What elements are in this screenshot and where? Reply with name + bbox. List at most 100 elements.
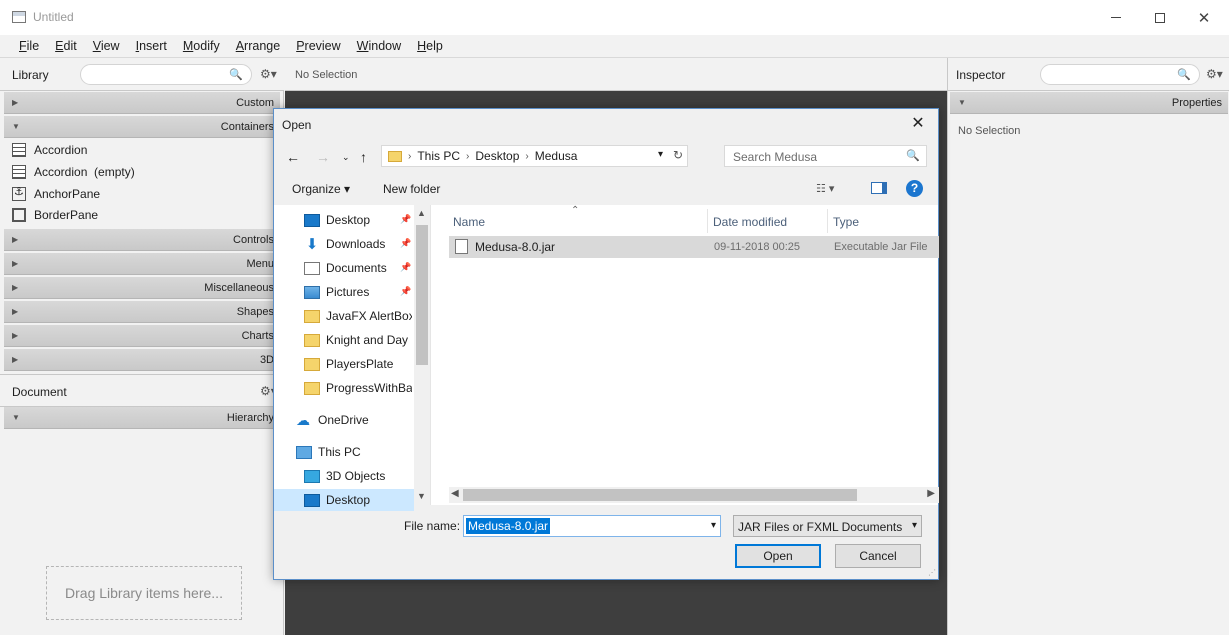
nav-item-desktop[interactable]: Desktop <box>304 209 412 231</box>
library-section-charts[interactable]: ▶ Charts <box>4 325 280 347</box>
open-dialog: Open ✕ ← → ⌄ ↑ › This PC › Desktop › Med… <box>273 108 939 580</box>
open-button[interactable]: Open <box>735 544 821 568</box>
menu-preview[interactable]: Preview <box>288 35 348 57</box>
app-icon <box>12 11 26 23</box>
library-section-miscellaneous[interactable]: ▶ Miscellaneous <box>4 277 280 299</box>
window-titlebar: Untitled ✕ <box>0 0 1229 35</box>
help-icon[interactable]: ? <box>906 180 923 197</box>
library-item-anchorpane[interactable]: AnchorPane <box>12 183 100 205</box>
library-gear-icon[interactable]: ⚙▾ <box>260 67 277 81</box>
expand-icon: ▶ <box>12 355 19 364</box>
new-folder-button[interactable]: New folder <box>383 182 440 196</box>
folder-icon <box>388 150 402 162</box>
borderpane-icon <box>12 208 26 222</box>
up-arrow-icon[interactable]: ↑ <box>360 149 367 165</box>
library-section-menu[interactable]: ▶ Menu <box>4 253 280 275</box>
nav-item-desktop[interactable]: Desktop <box>274 489 414 511</box>
menu-arrange[interactable]: Arrange <box>228 35 288 57</box>
nav-item-playersplate[interactable]: PlayersPlate <box>304 353 412 375</box>
scroll-left-icon[interactable]: ◀ <box>451 488 459 499</box>
content-header: No Selection <box>285 58 947 91</box>
library-section-custom[interactable]: ▶ Custom <box>4 92 280 114</box>
content-no-selection: No Selection <box>295 69 358 81</box>
menu-edit[interactable]: Edit <box>47 35 85 57</box>
library-item-borderpane[interactable]: BorderPane <box>12 204 98 226</box>
file-name: Medusa-8.0.jar <box>475 240 556 254</box>
cancel-button[interactable]: Cancel <box>835 544 921 568</box>
dialog-navbar: ← → ⌄ ↑ › This PC › Desktop › Medusa ▾ ↻… <box>274 143 938 171</box>
file-list: ⌃ Name Date modified Type Medusa-8.0.jar… <box>430 205 939 505</box>
documents-icon <box>304 261 320 275</box>
accordion-icon <box>12 143 26 157</box>
scroll-down-icon[interactable]: ▼ <box>417 491 426 501</box>
preview-pane-icon[interactable] <box>871 182 887 194</box>
inspector-gear-icon[interactable]: ⚙▾ <box>1206 67 1223 81</box>
refresh-icon[interactable]: ↻ <box>673 148 683 162</box>
library-section-shapes[interactable]: ▶ Shapes <box>4 301 280 323</box>
scrollbar-thumb[interactable] <box>463 489 857 501</box>
file-row[interactable]: Medusa-8.0.jar 09-11-2018 00:25 Executab… <box>449 236 939 258</box>
breadcrumb-desktop[interactable]: Desktop <box>475 149 519 163</box>
document-section-hierarchy[interactable]: ▼ Hierarchy <box>4 407 280 429</box>
forward-arrow-icon[interactable]: → <box>316 149 330 165</box>
recent-chevron-icon[interactable]: ⌄ <box>342 152 350 163</box>
column-date-modified[interactable]: Date modified <box>713 215 787 229</box>
breadcrumb-medusa[interactable]: Medusa <box>535 149 578 163</box>
inspector-search-input[interactable]: 🔍 <box>1040 64 1200 85</box>
3d-objects-icon <box>304 469 320 483</box>
library-section-containers[interactable]: ▼ Containers <box>4 116 280 138</box>
expand-icon: ▶ <box>12 307 19 316</box>
minimize-button[interactable] <box>1093 0 1139 35</box>
document-title: Document <box>12 385 67 399</box>
column-name[interactable]: Name <box>453 215 485 229</box>
menu-file[interactable]: File <box>11 35 47 57</box>
navigation-scrollbar[interactable]: ▲ ▼ <box>414 205 430 505</box>
library-item-accordion[interactable]: Accordion <box>12 139 87 161</box>
expand-icon: ▶ <box>12 259 19 268</box>
organize-button[interactable]: Organize ▾ <box>292 182 350 196</box>
nav-item-pictures[interactable]: Pictures <box>304 281 412 303</box>
column-type[interactable]: Type <box>833 215 859 229</box>
nav-item-javafx-alertbox[interactable]: JavaFX AlertBox <box>304 305 412 327</box>
library-item-accordion-empty[interactable]: Accordion (empty) <box>12 161 135 183</box>
file-type-select[interactable]: JAR Files or FXML Documents ( ▾ <box>733 515 922 537</box>
nav-item-documents[interactable]: Documents <box>304 257 412 279</box>
menu-view[interactable]: View <box>85 35 128 57</box>
menu-modify[interactable]: Modify <box>175 35 228 57</box>
library-search-input[interactable]: 🔍 <box>80 64 252 85</box>
back-arrow-icon[interactable]: ← <box>286 149 300 165</box>
chevron-down-icon[interactable]: ▾ <box>711 520 716 531</box>
address-bar[interactable]: › This PC › Desktop › Medusa ▾ ↻ <box>381 145 688 167</box>
resize-grip-icon[interactable]: ⋰ <box>928 568 936 577</box>
left-panel: Library 🔍 ⚙▾ ▶ Custom ▼ Containers Accor… <box>0 58 284 635</box>
inspector-section-properties[interactable]: ▼ Properties <box>950 92 1228 114</box>
nav-item-this-pc[interactable]: This PC <box>296 441 412 463</box>
close-window-button[interactable]: ✕ <box>1181 0 1227 35</box>
breadcrumb-this-pc[interactable]: This PC <box>417 149 460 163</box>
maximize-button[interactable] <box>1137 0 1183 35</box>
nav-item-3d-objects[interactable]: 3D Objects <box>304 465 412 487</box>
menu-window[interactable]: Window <box>349 35 409 57</box>
dialog-search-input[interactable]: Search Medusa 🔍 <box>724 145 927 167</box>
minimize-icon <box>1111 17 1121 18</box>
pin-icon: 📌 <box>400 286 412 296</box>
library-section-3d[interactable]: ▶ 3D <box>4 349 280 371</box>
library-title: Library <box>12 68 49 82</box>
scrollbar-thumb[interactable] <box>416 225 428 365</box>
expand-icon: ▶ <box>12 235 19 244</box>
chevron-down-icon[interactable]: ▾ <box>658 149 663 160</box>
menu-help[interactable]: Help <box>409 35 451 57</box>
nav-item-progresswithbac[interactable]: ProgressWithBac <box>304 377 412 399</box>
scroll-right-icon[interactable]: ▶ <box>927 488 935 499</box>
nav-item-downloads[interactable]: ⬇ Downloads <box>304 233 412 255</box>
file-name-input[interactable]: Medusa-8.0.jar ▾ <box>463 515 721 537</box>
menu-insert[interactable]: Insert <box>128 35 175 57</box>
library-section-controls[interactable]: ▶ Controls <box>4 229 280 251</box>
nav-item-knight-and-day[interactable]: Knight and Day <box>304 329 412 351</box>
nav-item-onedrive[interactable]: ☁ OneDrive <box>296 409 412 431</box>
scroll-up-icon[interactable]: ▲ <box>417 208 426 218</box>
file-list-hscrollbar[interactable]: ◀ ▶ <box>449 487 939 503</box>
view-options-icon[interactable]: ☷ ▾ <box>816 182 834 195</box>
inspector-panel: Inspector 🔍 ⚙▾ ▼ Properties No Selection <box>947 58 1229 635</box>
dialog-close-button[interactable]: ✕ <box>904 113 932 137</box>
